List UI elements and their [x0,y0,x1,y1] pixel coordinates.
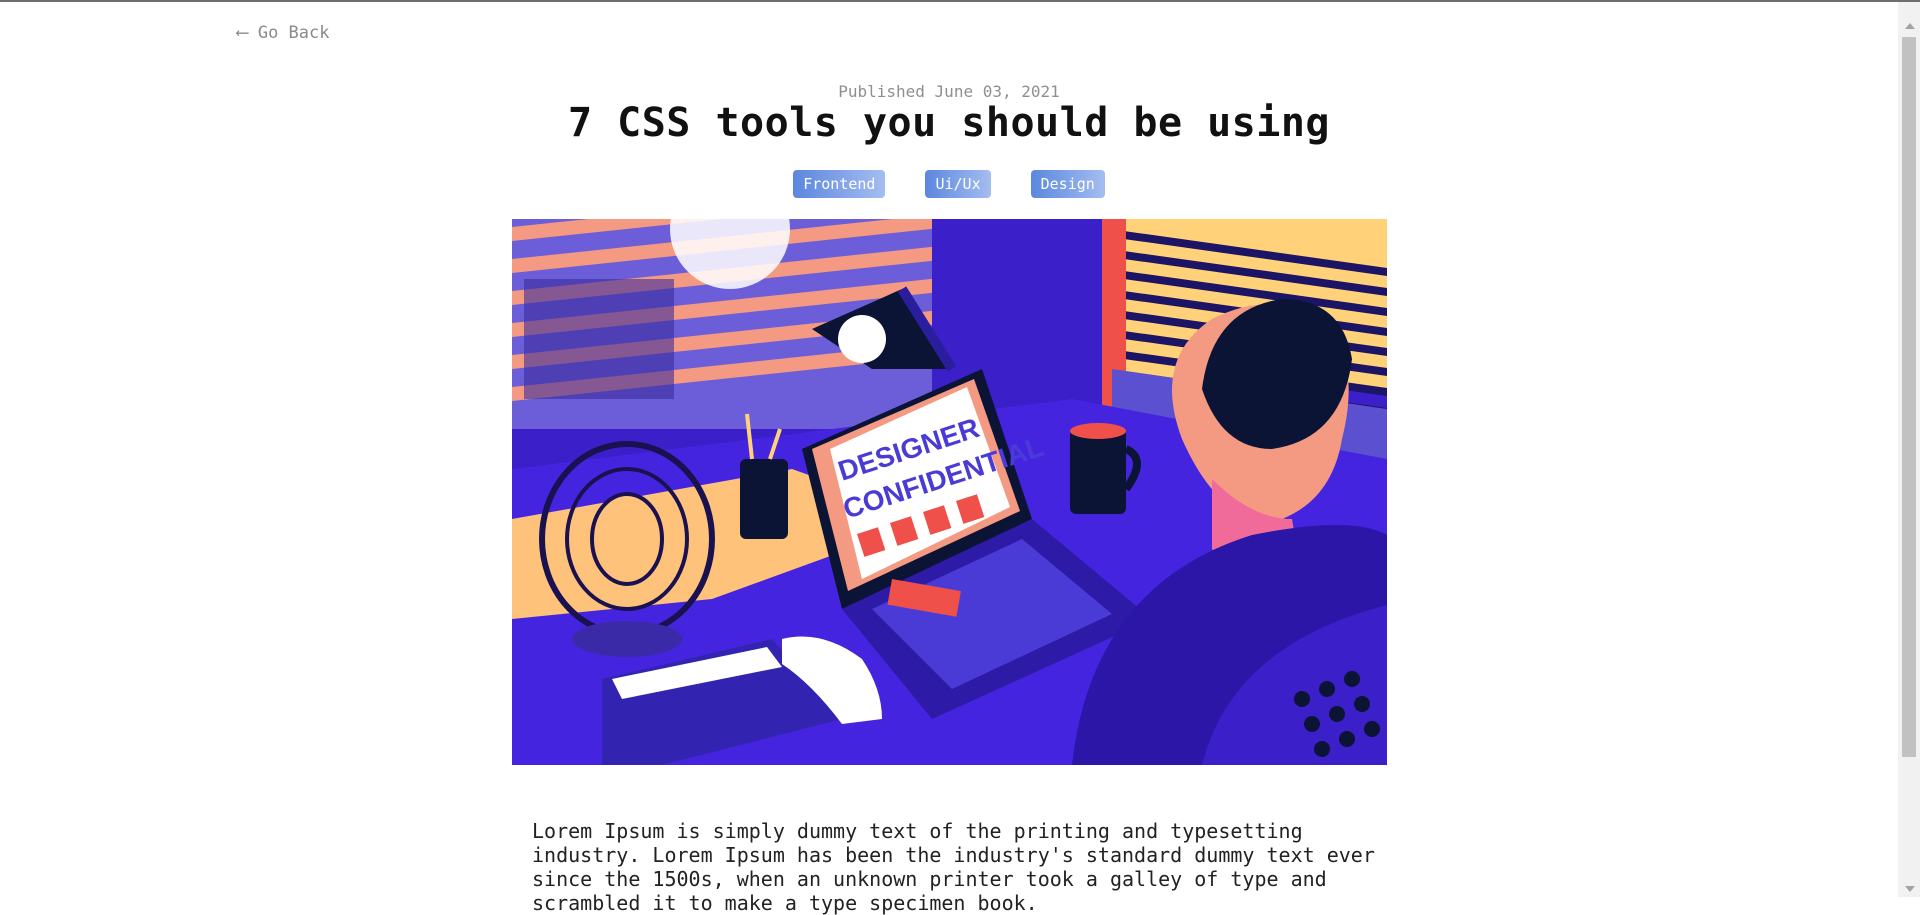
browser-top-border [0,0,1920,2]
go-back-link[interactable]: ⟵ Go Back [237,22,330,43]
tag-design[interactable]: Design [1030,170,1105,198]
tag-uiux[interactable]: Ui/Ux [925,170,991,198]
scroll-up-arrow-icon[interactable] [1905,23,1915,29]
published-date: Published June 03, 2021 [838,82,1060,101]
scroll-down-arrow-icon[interactable] [1905,886,1915,892]
hero-illustration: DESIGNER CONFIDENTIAL [512,219,1387,765]
vertical-scrollbar[interactable] [1898,2,1920,897]
arrow-left-icon: ⟵ [237,22,248,43]
article-title: 7 CSS tools you should be using [567,100,1331,146]
go-back-label: Go Back [257,22,330,43]
article-body: Lorem Ipsum is simply dummy text of the … [532,819,1375,915]
tag-frontend[interactable]: Frontend [793,170,886,198]
scrollbar-thumb[interactable] [1902,37,1916,757]
tag-list: Frontend Ui/Ux Design [0,170,1898,198]
